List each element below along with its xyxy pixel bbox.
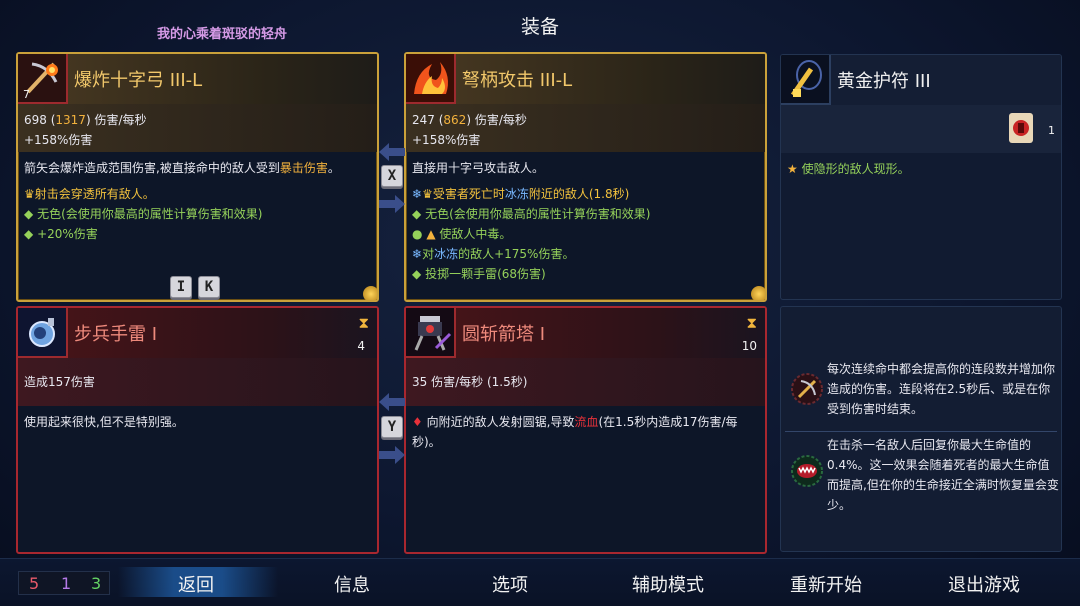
skill-stats: 造成157伤害 bbox=[18, 358, 377, 406]
skill-name: 步兵手雷 I bbox=[74, 324, 158, 345]
back-button[interactable]: 返回 bbox=[126, 571, 266, 597]
affix-legendary: 射击会穿透所有敌人。 bbox=[34, 187, 155, 201]
crit-dps: 1317 bbox=[55, 113, 86, 127]
golden-amulet-icon bbox=[781, 55, 831, 105]
assist-mode-button[interactable]: 辅助模式 bbox=[598, 571, 738, 597]
swap-right-arrow-icon[interactable] bbox=[379, 446, 405, 464]
scroll-icon bbox=[1005, 111, 1037, 145]
crown-icon: ♛ bbox=[24, 187, 35, 201]
hourglass-icon: ⧗ bbox=[746, 314, 757, 332]
weapon-description: 直接用十字弓攻击敌人。 ❄♛受害者死亡时冰冻附近的敌人(1.8秒) ◆ 无色(会… bbox=[412, 161, 651, 281]
blood-drop-icon: ♦ bbox=[412, 415, 423, 429]
flame-bash-icon bbox=[406, 54, 456, 104]
weapon-stats: 247 (862) 伤害/每秒 +158%伤害 bbox=[406, 104, 765, 152]
skill-description: 使用起来很快,但不是特别强。 bbox=[24, 415, 184, 429]
frost-icon: ❄ bbox=[412, 187, 423, 201]
frost-icon: ❄ bbox=[412, 247, 423, 261]
weapon-card-secondary[interactable]: 弩柄攻击 III-L 247 (862) 伤害/每秒 +158%伤害 直接用十字… bbox=[404, 52, 767, 302]
skill-charges: 10 bbox=[741, 339, 757, 353]
keybind-k[interactable]: K bbox=[198, 276, 220, 298]
info-button[interactable]: 信息 bbox=[282, 571, 422, 597]
footer-menu: 5 1 3 返回 信息 选项 辅助模式 重新开始 退出游戏 bbox=[0, 558, 1080, 606]
explosive-crossbow-icon: 7 bbox=[18, 54, 68, 104]
resource-counters: 5 1 3 bbox=[18, 571, 110, 595]
diamond-bullet-icon: ◆ bbox=[412, 267, 422, 281]
swap-left-arrow-icon[interactable] bbox=[379, 143, 405, 161]
diamond-bullet-icon: ◆ bbox=[24, 227, 34, 241]
swap-right-arrow-icon[interactable] bbox=[379, 195, 405, 213]
options-button[interactable]: 选项 bbox=[440, 571, 580, 597]
diamond-bullet-icon: ◆ bbox=[412, 207, 422, 221]
crit-dps: 862 bbox=[443, 113, 467, 127]
amulet-description: ★ 使隐形的敌人现形。 bbox=[787, 162, 910, 176]
poison-icon: ● bbox=[412, 227, 423, 241]
legendary-gem-icon bbox=[363, 286, 377, 300]
mutation-combo[interactable]: 每次连续命中都会提高你的连段数并增加你造成的伤害。连段将在2.5秒后、或是在你受… bbox=[785, 359, 1059, 429]
stack-count: 7 bbox=[23, 88, 30, 101]
skill-stats: 35 伤害/每秒 (1.5秒) bbox=[406, 358, 765, 406]
diamond-bullet-icon: ◆ bbox=[24, 207, 34, 221]
skill-charges: 4 bbox=[357, 339, 365, 353]
skill-name: 圆斩箭塔 I bbox=[462, 324, 546, 345]
crown-icon: ♛ bbox=[422, 187, 433, 201]
weapon-name: 弩柄攻击 III-L bbox=[462, 70, 573, 91]
amulet-name: 黄金护符 III bbox=[837, 71, 931, 92]
combo-icon bbox=[789, 371, 825, 407]
resource-red: 5 bbox=[29, 574, 40, 593]
resource-purple: 1 bbox=[61, 574, 72, 593]
keybind-x[interactable]: X bbox=[381, 165, 403, 187]
mutation-kill-heal[interactable]: 在击杀一名敌人后回复你最大生命值的0.4%。这一效果会随着死者的最大生命值而提高… bbox=[785, 435, 1059, 519]
sawblade-turret-icon bbox=[406, 308, 456, 358]
mutations-panel: 每次连续命中都会提高你的连段数并增加你造成的伤害。连段将在2.5秒后、或是在你受… bbox=[780, 306, 1062, 552]
weapon-name: 爆炸十字弓 III-L bbox=[74, 70, 203, 91]
infantry-grenade-icon bbox=[18, 308, 68, 358]
hourglass-icon: ⧗ bbox=[358, 314, 369, 332]
weapon-stats: 698 (1317) 伤害/每秒 +158%伤害 bbox=[18, 104, 377, 152]
vampire-mouth-icon bbox=[789, 453, 825, 489]
fire-icon: ▲ bbox=[426, 227, 436, 241]
swap-left-arrow-icon[interactable] bbox=[379, 393, 405, 411]
restart-button[interactable]: 重新开始 bbox=[756, 571, 896, 597]
amulet-card[interactable]: 黄金护符 III 1 ★ 使隐形的敌人现形。 bbox=[780, 54, 1062, 300]
star-icon: ★ bbox=[787, 162, 798, 176]
keybind-y[interactable]: Y bbox=[381, 416, 403, 438]
legendary-gem-icon bbox=[751, 286, 765, 300]
weapon-description: 箭矢会爆炸造成范围伤害,被直接命中的敌人受到暴击伤害。 ♛射击会穿透所有敌人。 … bbox=[24, 161, 340, 241]
scroll-count: 1 bbox=[1048, 124, 1055, 137]
skill-description: ♦ 向附近的敌人发射圆锯,导致流血(在1.5秒内造成17伤害/每秒)。 bbox=[412, 415, 738, 449]
skill-card-secondary[interactable]: 圆斩箭塔 I ⧗ 10 35 伤害/每秒 (1.5秒) ♦ 向附近的敌人发射圆锯… bbox=[404, 306, 767, 554]
subtitle: 我的心乘着斑驳的轻舟 bbox=[157, 27, 288, 42]
divider bbox=[785, 431, 1057, 432]
skill-card-primary[interactable]: 步兵手雷 I ⧗ 4 造成157伤害 使用起来很快,但不是特别强。 bbox=[16, 306, 379, 554]
weapon-card-primary[interactable]: 7 爆炸十字弓 III-L 698 (1317) 伤害/每秒 +158%伤害 箭… bbox=[16, 52, 379, 302]
resource-green: 3 bbox=[91, 574, 102, 593]
keybind-i[interactable]: I bbox=[170, 276, 192, 298]
quit-game-button[interactable]: 退出游戏 bbox=[914, 571, 1054, 597]
